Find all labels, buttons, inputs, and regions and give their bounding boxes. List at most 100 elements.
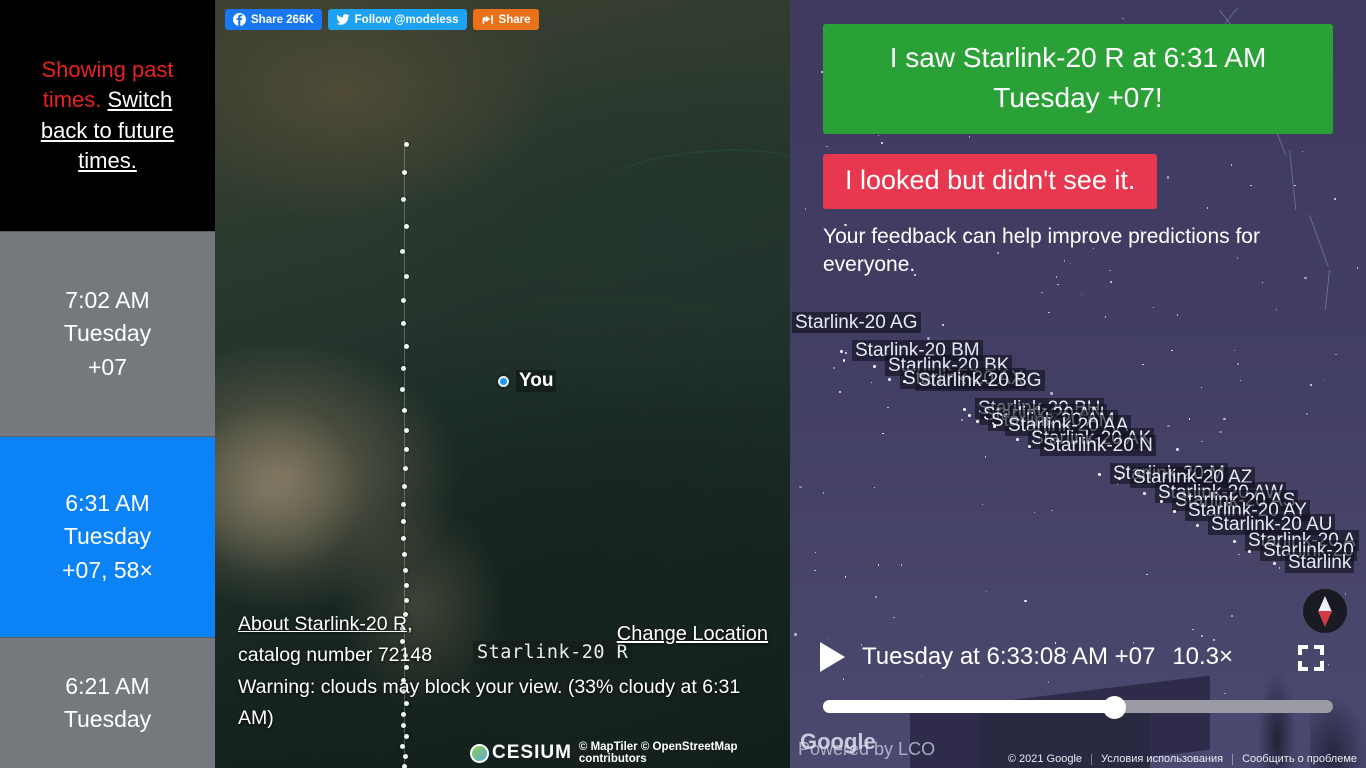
satellite-dot-icon	[1233, 540, 1236, 543]
satellite-dot-icon	[1016, 438, 1019, 441]
satellite-dot-icon	[873, 365, 876, 368]
play-button[interactable]	[820, 642, 845, 672]
satellite-name: Starlink	[1285, 552, 1355, 573]
satellite-dot-icon	[963, 408, 966, 411]
sky-satellite-label[interactable]: Starlink	[1273, 552, 1355, 574]
ground-track-dot	[402, 567, 408, 573]
ground-track-dot	[404, 427, 410, 433]
pass-day: Tuesday	[63, 320, 152, 347]
twitter-icon	[336, 13, 350, 26]
pass-day: Tuesday	[63, 706, 152, 732]
cloud-warning-line: Warning: clouds may block your view. (33…	[238, 675, 741, 730]
facebook-share-label: Share 266K	[251, 13, 314, 26]
satellite-name: Starlink-20 AG	[792, 312, 921, 333]
satellite-dot-icon	[968, 414, 971, 417]
about-satellite-link[interactable]: About Starlink-20 R	[238, 613, 407, 635]
satellite-dot-icon	[1196, 524, 1199, 527]
pass-list-item-1-selected[interactable]: 6:31 AM Tuesday +07, 58×	[0, 436, 215, 637]
cesium-logo-text: CESIUM	[492, 742, 572, 763]
feedback-help-note: Your feedback can help improve predictio…	[823, 224, 1260, 277]
timeline-handle[interactable]	[1102, 695, 1126, 719]
compass-widget[interactable]	[1303, 589, 1347, 633]
satellite-dot-icon	[1028, 445, 1031, 448]
satellite-dot-icon	[1173, 510, 1176, 513]
generic-share-label: Share	[498, 13, 531, 26]
about-suffix: ,	[407, 612, 413, 635]
facebook-icon	[233, 13, 246, 26]
observer-label: You	[516, 370, 557, 392]
satellite-dot-icon	[1098, 473, 1101, 476]
satellite-name: Starlink-20 BG	[915, 370, 1045, 391]
ground-track-dot	[403, 223, 409, 229]
ground-track-dot	[401, 552, 407, 558]
satellite-dot-icon	[993, 425, 996, 428]
ground-track-dot	[402, 407, 408, 413]
playback-row: Tuesday at 6:33:08 AM +07 10.3×	[820, 642, 1233, 672]
satellite-dot-icon	[1143, 492, 1146, 495]
ground-track-dot	[401, 502, 407, 508]
google-attribution-bar: © 2021 Google Условия использования Сооб…	[999, 753, 1366, 765]
saw-satellite-button[interactable]: I saw Starlink-20 R at 6:31 AM Tuesday +…	[823, 24, 1333, 134]
ground-track-dot	[401, 297, 407, 303]
sky-satellite-label[interactable]: Starlink-20 N	[1028, 435, 1156, 457]
satellite-dot-icon	[1248, 550, 1251, 553]
report-problem-link[interactable]: Сообщить о проблеме	[1233, 753, 1366, 765]
satellite-dot-icon	[888, 378, 891, 381]
ground-track-dot	[404, 343, 410, 349]
ground-track-dot	[403, 447, 409, 453]
pass-time: 6:31 AM	[65, 489, 150, 516]
satellite-dot-icon	[903, 380, 906, 383]
ground-track-dot	[403, 753, 409, 759]
ground-track-dot	[403, 142, 409, 147]
ground-track-dot	[401, 535, 407, 541]
satellite-name: Starlink-20 N	[1040, 435, 1156, 456]
playback-time: Tuesday at 6:33:08 AM +07	[862, 643, 1156, 670]
ground-track-dot	[403, 273, 409, 279]
social-share-row: Share 266K Follow @modeless Share	[225, 9, 539, 30]
satellite-dot-icon	[1118, 477, 1121, 480]
satellite-map-panel[interactable]: Share 266K Follow @modeless Share You St…	[215, 0, 790, 768]
ground-track-dot	[402, 170, 408, 175]
pass-zone: +07, 58×	[62, 556, 153, 583]
did-not-see-button[interactable]: I looked but didn't see it.	[823, 153, 1158, 209]
timeline-slider[interactable]	[823, 695, 1333, 719]
twitter-follow-button[interactable]: Follow @modeless	[327, 9, 467, 30]
playback-rate[interactable]: 10.3×	[1172, 643, 1233, 671]
pass-day: Tuesday	[63, 523, 152, 550]
change-location-link[interactable]: Change Location	[617, 623, 768, 646]
ground-track-dot	[403, 583, 409, 589]
sky-view-panel[interactable]: I saw Starlink-20 R at 6:31 AM Tuesday +…	[790, 0, 1366, 768]
observer-dot-icon	[498, 375, 509, 387]
cesium-mark-icon	[470, 743, 489, 763]
twitter-follow-label: Follow @modeless	[354, 13, 459, 26]
sky-satellite-label[interactable]: Starlink-20 AG	[792, 312, 921, 334]
ground-track-dot	[400, 197, 406, 203]
satellite-dot-icon	[1160, 500, 1163, 503]
past-times-notice: Showing past times. Switch back to futur…	[0, 0, 215, 231]
ground-track-dot	[401, 365, 407, 371]
pass-list-item-2[interactable]: 6:21 AM Tuesday	[0, 637, 215, 768]
sky-satellite-label[interactable]: Starlink-20 BG	[903, 370, 1045, 392]
generic-share-button[interactable]: Share	[472, 9, 539, 30]
fullscreen-icon[interactable]	[1298, 645, 1324, 671]
cesium-logo: CESIUM	[470, 742, 572, 764]
pass-list-sidebar: Showing past times. Switch back to futur…	[0, 0, 215, 768]
timeline-progress	[823, 700, 1114, 713]
ground-track-dot	[401, 484, 407, 490]
pass-list-item-0[interactable]: 7:02 AM Tuesday +07	[0, 231, 215, 436]
feedback-area: I saw Starlink-20 R at 6:31 AM Tuesday +…	[823, 24, 1343, 280]
app-root: Showing past times. Switch back to futur…	[0, 0, 1366, 768]
ground-track-dot	[399, 743, 405, 749]
ground-track-dot	[401, 763, 407, 768]
pass-time: 6:21 AM	[65, 672, 150, 699]
playback-controls: Tuesday at 6:33:08 AM +07 10.3×	[790, 642, 1366, 719]
facebook-share-button[interactable]: Share 266K	[225, 9, 322, 30]
ground-track-dot	[402, 466, 408, 472]
terms-of-use-link[interactable]: Условия использования	[1092, 753, 1232, 765]
ground-track-dot	[400, 321, 406, 327]
satellite-dot-icon	[840, 350, 843, 353]
observer-location-marker: You	[498, 370, 557, 392]
satellite-dot-icon	[976, 420, 979, 423]
google-logo: Google	[800, 729, 876, 754]
ground-track-dot	[399, 387, 405, 393]
